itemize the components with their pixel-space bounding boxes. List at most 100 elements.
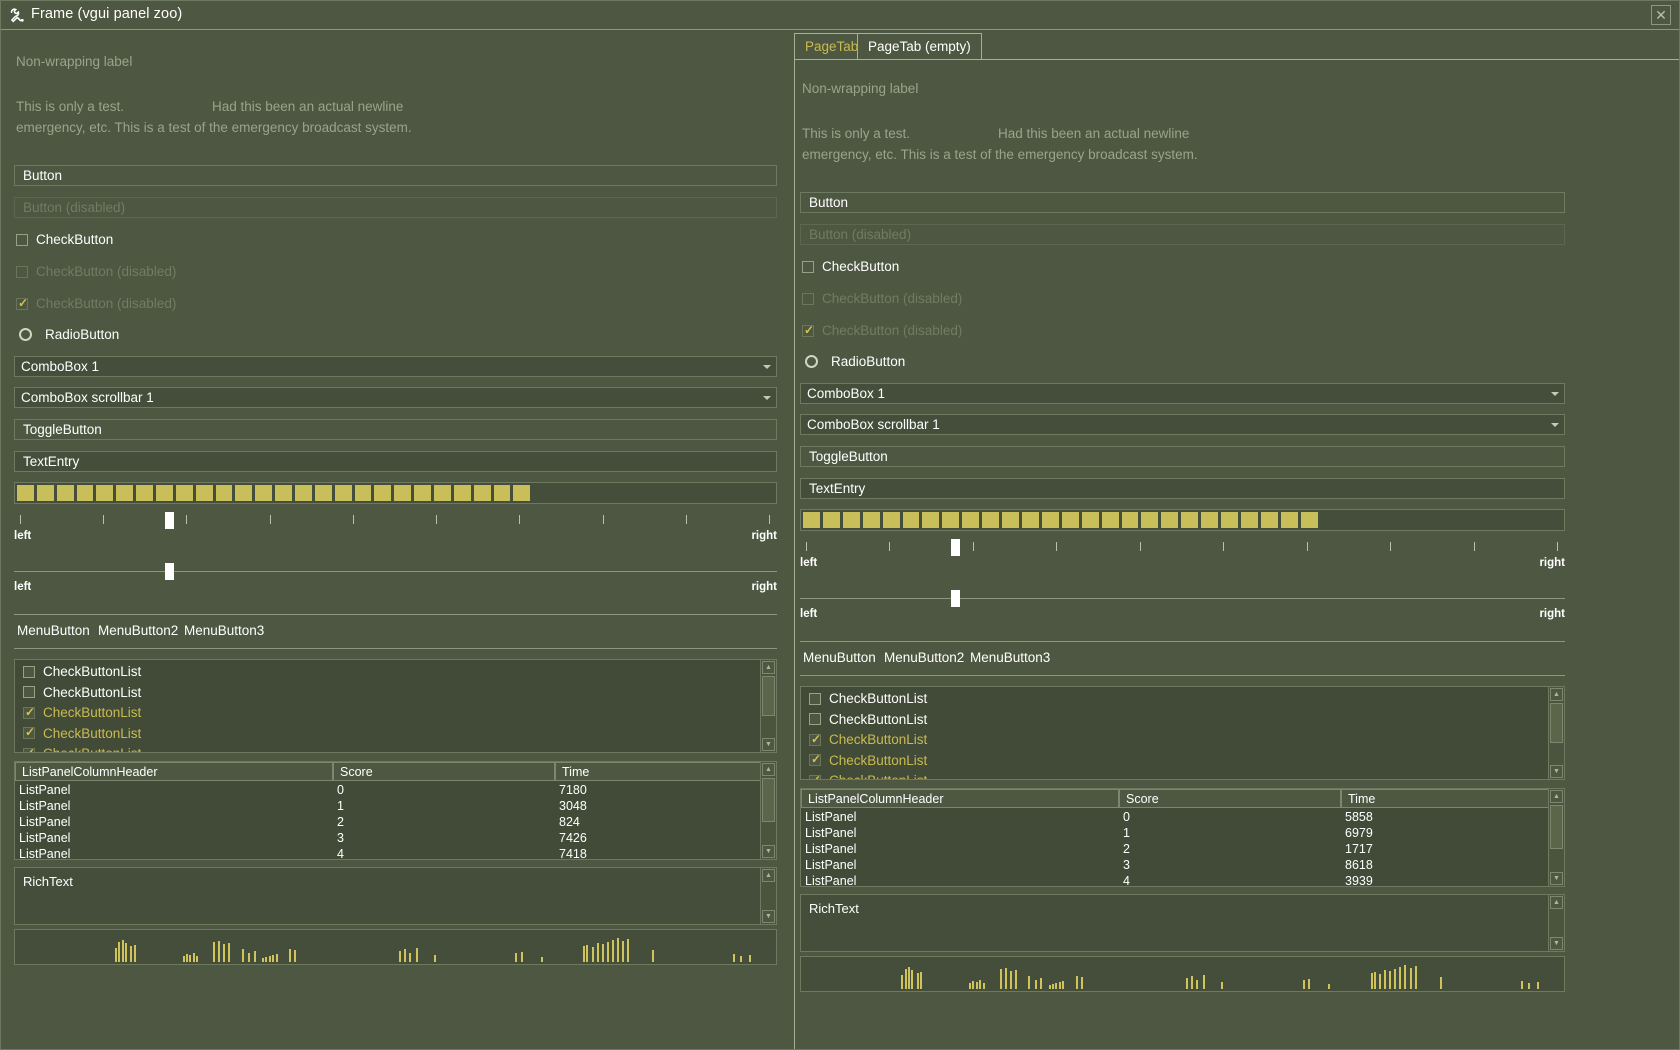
progress-segment: [434, 485, 451, 501]
table-row[interactable]: ListPanel2824: [15, 814, 776, 830]
checkbutton[interactable]: CheckButton: [16, 232, 113, 247]
menubutton-2[interactable]: MenuButton2: [98, 623, 178, 638]
slider-plain[interactable]: left right: [800, 590, 1565, 626]
table-row[interactable]: ListPanel16979: [801, 825, 1564, 841]
checkbuttonlist-item[interactable]: CheckButtonList: [809, 691, 927, 706]
scroll-down-button[interactable]: ▼: [1550, 765, 1563, 778]
rich-text-scrollbar[interactable]: ▲ ▼: [760, 868, 776, 924]
list-panel-table: ListPanelColumnHeaderScoreTime ListPanel…: [800, 788, 1565, 887]
table-row[interactable]: ListPanel37426: [15, 830, 776, 846]
slider-nub[interactable]: [165, 512, 174, 529]
scroll-down-button[interactable]: ▼: [1550, 937, 1563, 950]
table-row[interactable]: ListPanel43939: [801, 873, 1564, 887]
slider-tick: [806, 542, 807, 551]
checkbox-box: [809, 713, 821, 725]
checkbuttonlist-item[interactable]: CheckButtonList: [23, 664, 141, 679]
progress-segment: [922, 512, 939, 528]
table-row[interactable]: ListPanel07180: [15, 782, 776, 798]
rich-text[interactable]: RichText ▲ ▼: [14, 867, 777, 925]
textentry[interactable]: TextEntry: [800, 478, 1565, 499]
radio-circle-icon: [19, 328, 32, 341]
checkbuttonlist-item[interactable]: ✓CheckButtonList: [809, 773, 927, 780]
scroll-down-button[interactable]: ▼: [1550, 872, 1563, 885]
scroll-thumb[interactable]: [762, 676, 775, 716]
scroll-thumb[interactable]: [762, 778, 775, 822]
slider-ticks[interactable]: left right: [800, 539, 1565, 575]
scroll-up-button[interactable]: ▲: [762, 661, 775, 674]
checkbutton-list-scrollbar[interactable]: ▲ ▼: [1548, 687, 1564, 779]
table-column-header[interactable]: Score: [333, 762, 555, 781]
slider-nub[interactable]: [951, 539, 960, 556]
menubutton-3[interactable]: MenuButton3: [970, 650, 1050, 665]
combobox[interactable]: ComboBox 1: [14, 356, 777, 377]
wrench-icon: [9, 7, 27, 25]
rich-text[interactable]: RichText ▲ ▼: [800, 894, 1565, 952]
list-panel-scrollbar[interactable]: ▲ ▼: [1548, 789, 1564, 886]
checkbuttonlist-item[interactable]: CheckButtonList: [809, 712, 927, 727]
checkbutton[interactable]: CheckButton: [802, 259, 899, 274]
list-panel-scrollbar[interactable]: ▲ ▼: [760, 762, 776, 859]
scroll-up-button[interactable]: ▲: [1550, 896, 1563, 909]
slider-left-label: left: [14, 530, 31, 542]
table-row[interactable]: ListPanel38618: [801, 857, 1564, 873]
radiobutton[interactable]: RadioButton: [19, 327, 119, 342]
scroll-down-button[interactable]: ▼: [762, 910, 775, 923]
scroll-up-button[interactable]: ▲: [1550, 790, 1563, 803]
checkbuttonlist-item[interactable]: ✓CheckButtonList: [809, 732, 927, 747]
table-row[interactable]: ListPanel13048: [15, 798, 776, 814]
checkbuttonlist-item[interactable]: ✓CheckButtonList: [23, 705, 141, 720]
scroll-thumb[interactable]: [1550, 703, 1563, 743]
menubutton-3[interactable]: MenuButton3: [184, 623, 264, 638]
combobox[interactable]: ComboBox 1: [800, 383, 1565, 404]
scroll-up-button[interactable]: ▲: [1550, 688, 1563, 701]
table-row[interactable]: ListPanel21717: [801, 841, 1564, 857]
slider-ticks[interactable]: left right: [14, 512, 777, 548]
table-row[interactable]: ListPanel05858: [801, 809, 1564, 825]
menubar-bottom-rule: [14, 648, 777, 649]
table-column-header[interactable]: Score: [1119, 789, 1341, 808]
radiobutton[interactable]: RadioButton: [805, 354, 905, 369]
progress-segment: [1042, 512, 1059, 528]
table-column-header[interactable]: ListPanelColumnHeader: [15, 762, 333, 781]
textentry[interactable]: TextEntry: [14, 451, 777, 472]
checkbuttonlist-item[interactable]: ✓CheckButtonList: [23, 726, 141, 741]
scroll-down-button[interactable]: ▼: [762, 738, 775, 751]
progress-segment: [1201, 512, 1218, 528]
checkbutton-disabled-checked: ✓ CheckButton (disabled): [802, 323, 962, 338]
scroll-up-button[interactable]: ▲: [762, 763, 775, 776]
scroll-thumb[interactable]: [1550, 805, 1563, 849]
togglebutton[interactable]: ToggleButton: [800, 446, 1565, 467]
table-column-header[interactable]: ListPanelColumnHeader: [801, 789, 1119, 808]
button[interactable]: Button: [800, 192, 1565, 213]
table-row[interactable]: ListPanel47418: [15, 846, 776, 860]
wrapping-label-line1b: Had this been an actual newline: [998, 126, 1189, 141]
analog-bar: [1389, 971, 1391, 989]
togglebutton[interactable]: ToggleButton: [14, 419, 777, 440]
scroll-down-button[interactable]: ▼: [762, 845, 775, 858]
table-column-header[interactable]: Time: [1341, 789, 1550, 808]
checkbutton-list-scrollbar[interactable]: ▲ ▼: [760, 660, 776, 752]
menubutton-2[interactable]: MenuButton2: [884, 650, 964, 665]
scroll-up-button[interactable]: ▲: [762, 869, 775, 882]
slider-nub[interactable]: [165, 563, 174, 580]
combobox-scrollbar[interactable]: ComboBox scrollbar 1: [14, 387, 777, 408]
slider-nub[interactable]: [951, 590, 960, 607]
checkbuttonlist-item[interactable]: ✓CheckButtonList: [23, 746, 141, 753]
checkbuttonlist-item[interactable]: ✓CheckButtonList: [809, 753, 927, 768]
slider-plain[interactable]: left right: [14, 563, 777, 599]
slider-tick: [603, 515, 604, 524]
table-column-header[interactable]: Time: [555, 762, 762, 781]
menubutton-1[interactable]: MenuButton: [17, 623, 90, 638]
rich-text-scrollbar[interactable]: ▲ ▼: [1548, 895, 1564, 951]
combobox-scrollbar[interactable]: ComboBox scrollbar 1: [800, 414, 1565, 435]
checkbuttonlist-item[interactable]: CheckButtonList: [23, 685, 141, 700]
slider-tick: [1223, 542, 1224, 551]
wrapping-label-line2: emergency, etc. This is a test of the em…: [16, 120, 412, 135]
menubutton-1[interactable]: MenuButton: [803, 650, 876, 665]
tab-pagetab-empty[interactable]: PageTab (empty): [857, 33, 982, 59]
table-cell: ListPanel: [19, 782, 70, 798]
table-cell: 4: [337, 846, 344, 860]
analog-bar: [1308, 979, 1310, 989]
button[interactable]: Button: [14, 165, 777, 186]
close-button[interactable]: ✕: [1651, 5, 1671, 25]
